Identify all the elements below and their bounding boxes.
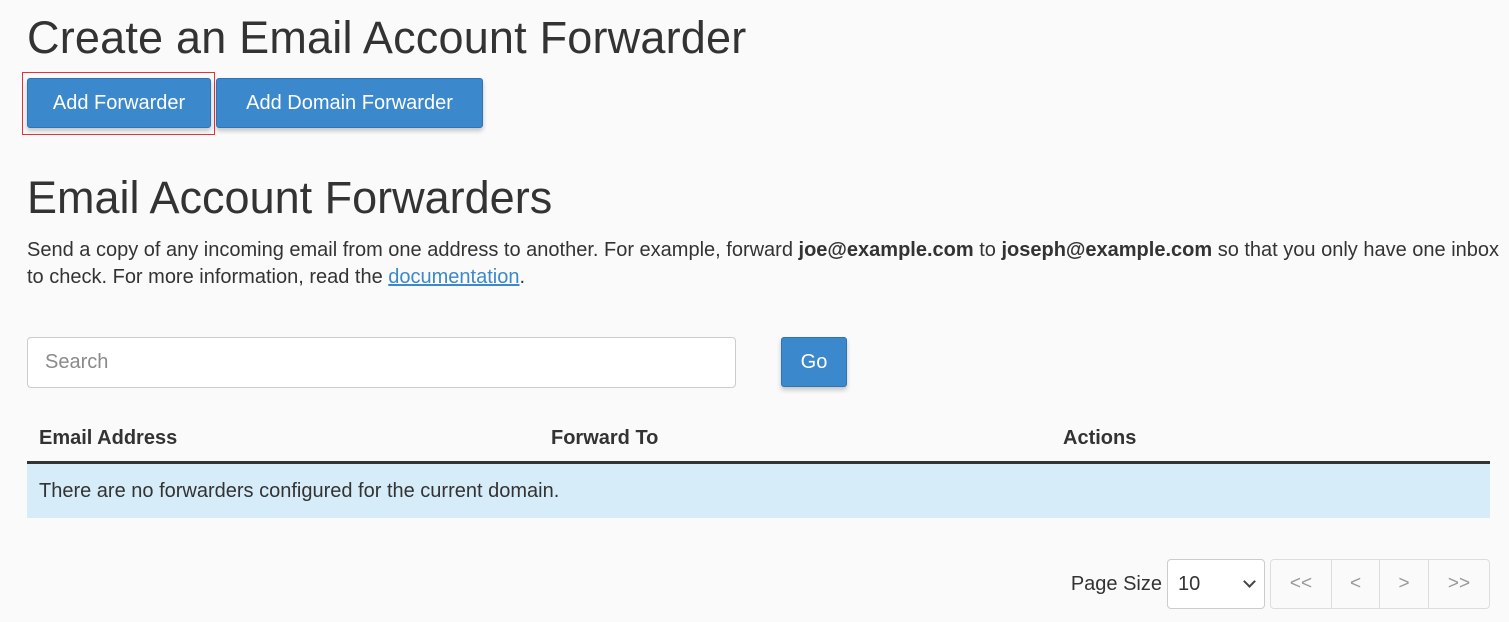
section-description: Send a copy of any incoming email from o… — [27, 237, 1502, 291]
search-input[interactable] — [27, 337, 736, 388]
last-page-button[interactable]: >> — [1429, 560, 1489, 608]
section-title: Email Account Forwarders — [27, 172, 553, 223]
page-size-select[interactable]: 10 — [1167, 559, 1265, 609]
chevron-down-icon — [1243, 575, 1256, 588]
empty-table-message: There are no forwarders configured for t… — [27, 464, 1490, 518]
pagination-buttons: << < > >> — [1270, 559, 1490, 609]
column-header-forward-to[interactable]: Forward To — [539, 427, 1051, 450]
page-size-value: 10 — [1178, 572, 1201, 595]
page-size-label: Page Size — [1070, 572, 1162, 595]
add-domain-forwarder-button[interactable]: Add Domain Forwarder — [216, 78, 483, 128]
forwarders-table: Email Address Forward To Actions There a… — [27, 416, 1490, 518]
first-page-button[interactable]: << — [1271, 560, 1332, 608]
previous-page-button[interactable]: < — [1332, 560, 1380, 608]
description-text: to — [973, 239, 1002, 261]
table-header: Email Address Forward To Actions — [27, 416, 1490, 464]
description-text: Send a copy of any incoming email from o… — [27, 239, 799, 261]
description-text: . — [519, 266, 526, 288]
example-from-address: joe@example.com — [798, 239, 974, 261]
go-button[interactable]: Go — [781, 337, 847, 387]
column-header-actions: Actions — [1063, 427, 1137, 449]
pagination: Page Size 10 << < > >> — [1071, 559, 1490, 609]
next-page-button[interactable]: > — [1380, 560, 1429, 608]
column-header-email-address[interactable]: Email Address — [27, 427, 539, 450]
page-title: Create an Email Account Forwarder — [27, 12, 747, 63]
add-forwarder-button[interactable]: Add Forwarder — [27, 78, 211, 128]
documentation-link[interactable]: documentation — [388, 266, 519, 288]
page: Create an Email Account Forwarder Add Fo… — [0, 0, 1509, 622]
example-to-address: joseph@example.com — [1001, 239, 1213, 261]
